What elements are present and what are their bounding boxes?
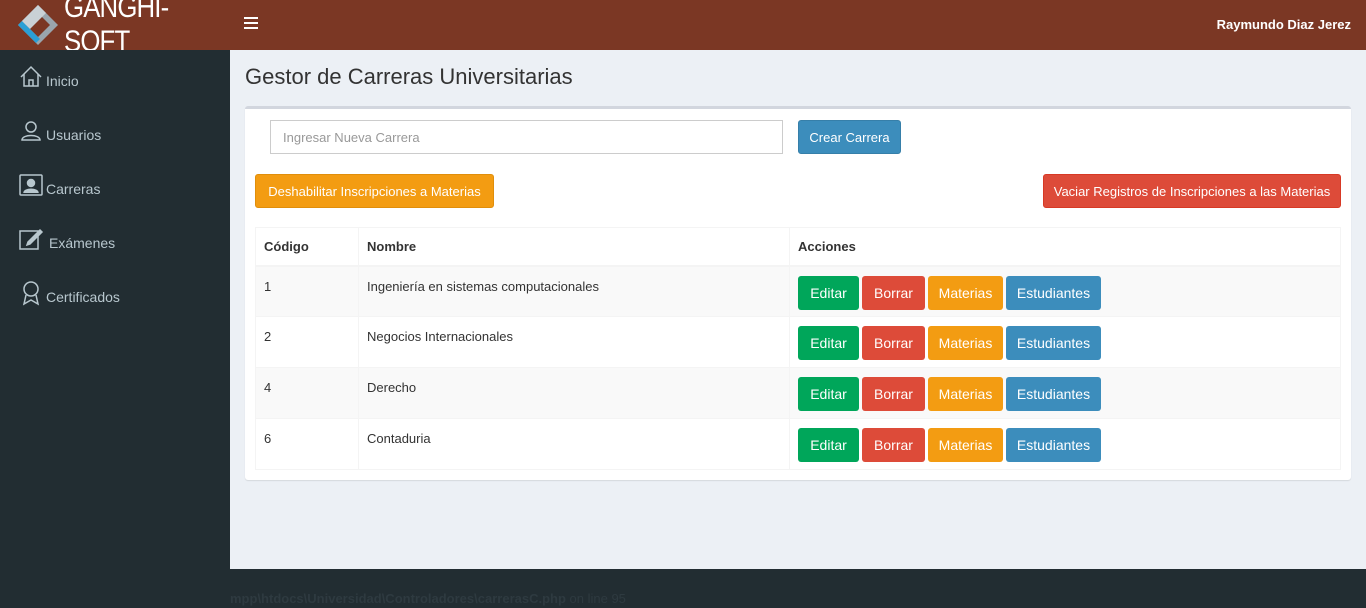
subjects-button[interactable]: Materias <box>928 275 1003 310</box>
actions-cell: Editar Borrar Materias Estudiantes <box>789 265 1341 317</box>
new-career-input[interactable] <box>270 120 783 154</box>
students-button[interactable]: Estudiantes <box>1006 275 1101 310</box>
career-name-cell: Derecho <box>358 367 790 419</box>
edit-button[interactable]: Editar <box>798 428 859 462</box>
footer: mpp\htdocs\Universidad\Controladores\car… <box>230 569 1366 608</box>
delete-button[interactable]: Borrar <box>862 275 925 310</box>
table-row: 6 Contaduria Editar Borrar Materias Estudia… <box>255 418 1341 470</box>
table-row: 4 Derecho Editar Borrar Materias Estudiante… <box>255 367 1341 419</box>
edit-button[interactable]: Editar <box>798 275 859 310</box>
sidebar-item-examenes[interactable]: Exámenes <box>0 212 230 266</box>
sidebar-item-label: Usuarios <box>46 127 102 143</box>
sidebar-item-label: Carreras <box>46 181 101 197</box>
career-name-cell: Contaduria <box>358 418 790 470</box>
table-row: 1 Ingeniería en sistemas computacionales… <box>255 265 1341 317</box>
column-header: Nombre <box>358 227 790 267</box>
sidebar-item-carreras[interactable]: Carreras <box>0 158 230 212</box>
php-notice-text: mpp\htdocs\Universidad\Controladores\car… <box>230 591 626 606</box>
page-title: Gestor de Carreras Universitarias <box>245 64 573 89</box>
career-code-cell: 2 <box>255 316 359 368</box>
top-navbar: GANGHI-SOFT Raymundo Diaz Jerez <box>0 0 1366 58</box>
sidebar-item-label: Certificados <box>46 289 120 305</box>
subjects-button[interactable]: Materias <box>928 377 1003 411</box>
career-code-cell: 1 <box>255 265 359 317</box>
home-icon <box>18 64 44 90</box>
career-code-cell: 6 <box>255 418 359 470</box>
table-row: 2 Negocios Internacionales Editar Borrar M… <box>255 316 1341 368</box>
logo[interactable]: GANGHI-SOFT <box>0 0 230 58</box>
delete-button[interactable]: Borrar <box>862 377 925 411</box>
sidebar-item-certificados[interactable]: Certificados <box>0 266 230 320</box>
create-career-button[interactable]: Crear Carrera <box>798 120 901 154</box>
careers-box: Crear Carrera Deshabilitar Inscripciones… <box>245 106 1351 480</box>
user-menu[interactable]: Raymundo Diaz Jerez <box>1217 17 1351 32</box>
edit-icon <box>18 226 44 252</box>
sidebar-item-inicio[interactable]: Inicio <box>0 50 230 104</box>
career-name-cell: Negocios Internacionales <box>358 316 790 368</box>
sidebar-item-label: Exámenes <box>49 235 116 251</box>
column-header: Código <box>255 227 359 267</box>
php-notice-line: on line 95 <box>565 591 626 606</box>
careers-table: Código Nombre Acciones 1 Ingeniería en s… <box>255 227 1341 470</box>
contact-card-icon <box>18 172 44 198</box>
delete-button[interactable]: Borrar <box>862 326 925 360</box>
subjects-button[interactable]: Materias <box>928 326 1003 360</box>
column-header: Acciones <box>789 227 1341 267</box>
clear-enrollments-button[interactable]: Vaciar Registros de Inscripciones a las … <box>1043 174 1341 208</box>
actions-cell: Editar Borrar Materias Estudiantes <box>789 316 1341 368</box>
subjects-button[interactable]: Materias <box>928 428 1003 462</box>
edit-button[interactable]: Editar <box>798 377 859 411</box>
disable-enrollments-button[interactable]: Deshabilitar Inscripciones a Materias <box>255 174 494 208</box>
php-notice-path: mpp\htdocs\Universidad\Controladores\car… <box>230 591 566 606</box>
sidebar: Inicio Usuarios Carreras Exámenes Certif… <box>0 50 230 608</box>
students-button[interactable]: Estudiantes <box>1006 428 1101 462</box>
edit-button[interactable]: Editar <box>798 326 859 360</box>
students-button[interactable]: Estudiantes <box>1006 326 1101 360</box>
career-code-cell: 4 <box>255 367 359 419</box>
sidebar-item-label: Inicio <box>46 73 79 89</box>
user-icon <box>18 118 44 144</box>
logo-mark-icon <box>16 3 60 47</box>
actions-cell: Editar Borrar Materias Estudiantes <box>789 367 1341 419</box>
sidebar-item-usuarios[interactable]: Usuarios <box>0 104 230 158</box>
delete-button[interactable]: Borrar <box>862 428 925 462</box>
sidebar-toggle-icon[interactable] <box>244 17 258 31</box>
students-button[interactable]: Estudiantes <box>1006 377 1101 411</box>
career-name-cell: Ingeniería en sistemas computacionales <box>358 265 790 317</box>
actions-cell: Editar Borrar Materias Estudiantes <box>789 418 1341 470</box>
award-icon <box>18 280 44 306</box>
